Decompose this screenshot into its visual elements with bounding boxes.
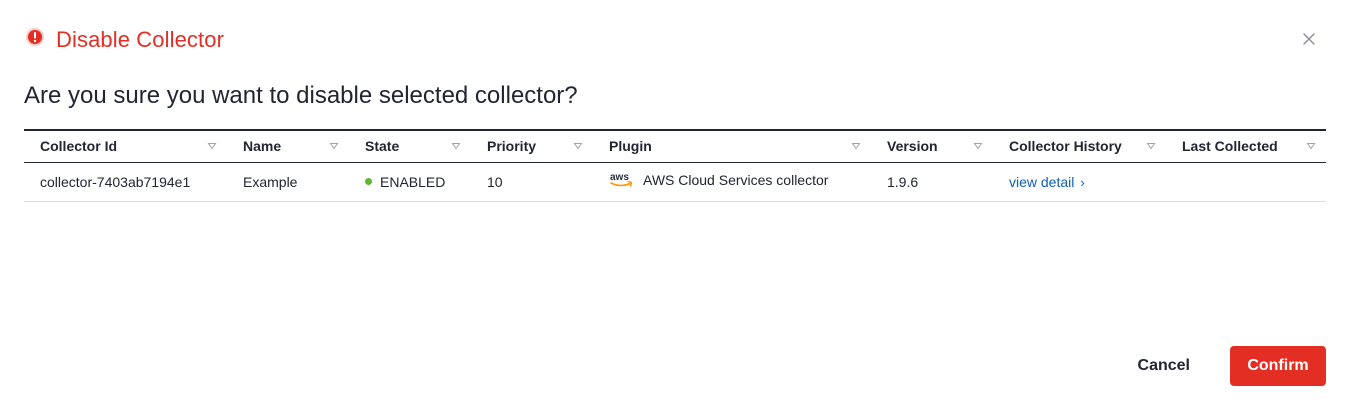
column-header-collector-history[interactable]: Collector History: [993, 129, 1166, 163]
column-label: Version: [887, 138, 938, 155]
column-header-state[interactable]: State: [349, 129, 471, 163]
view-detail-link[interactable]: view detail ›: [1009, 174, 1085, 190]
cell-collector-history: view detail ›: [993, 162, 1166, 202]
confirm-button[interactable]: Confirm: [1230, 346, 1326, 386]
view-detail-label: view detail: [1009, 173, 1075, 190]
column-label: Priority: [487, 138, 537, 155]
close-button[interactable]: [1300, 30, 1318, 48]
cell-last-collected: [1166, 162, 1326, 202]
column-label: State: [365, 138, 400, 155]
confirmation-question: Are you sure you want to disable selecte…: [24, 82, 578, 109]
column-label: Collector History: [1009, 138, 1122, 155]
column-header-priority[interactable]: Priority: [471, 129, 593, 163]
sort-icon[interactable]: [329, 142, 339, 150]
column-header-last-collected[interactable]: Last Collected: [1166, 129, 1326, 163]
column-label: Collector Id: [40, 138, 118, 155]
sort-icon[interactable]: [207, 142, 217, 150]
svg-text:aws: aws: [610, 172, 629, 183]
table-header-row: Collector Id Name State Priority Plugin …: [24, 129, 1326, 163]
plugin-name: AWS Cloud Services collector: [643, 172, 829, 189]
sort-icon[interactable]: [573, 142, 583, 150]
modal-header: Disable Collector: [24, 22, 224, 58]
column-label: Plugin: [609, 138, 652, 155]
column-label: Last Collected: [1182, 138, 1278, 155]
state-label: ENABLED: [380, 173, 446, 190]
sort-icon[interactable]: [973, 142, 983, 150]
cell-collector-id: collector-7403ab7194e1: [24, 162, 227, 202]
cell-version: 1.9.6: [871, 162, 993, 202]
sort-icon[interactable]: [851, 142, 861, 150]
modal-title: Disable Collector: [56, 27, 224, 52]
sort-icon[interactable]: [451, 142, 461, 150]
column-header-plugin[interactable]: Plugin: [593, 129, 871, 163]
status-dot-icon: [365, 178, 372, 186]
alert-circle-icon: [24, 26, 46, 48]
table-row: collector-7403ab7194e1 Example ENABLED 1…: [24, 162, 1326, 202]
sort-icon[interactable]: [1306, 142, 1316, 150]
chevron-right-icon: ›: [1080, 174, 1085, 190]
close-icon: [1303, 33, 1315, 45]
cell-name: Example: [227, 162, 349, 202]
column-header-version[interactable]: Version: [871, 129, 993, 163]
cell-plugin: aws AWS Cloud Services collector: [593, 162, 871, 202]
column-header-collector-id[interactable]: Collector Id: [24, 129, 227, 163]
modal-footer: Cancel Confirm: [1122, 346, 1326, 386]
sort-icon[interactable]: [1146, 142, 1156, 150]
cell-priority: 10: [471, 162, 593, 202]
column-label: Name: [243, 138, 282, 155]
column-header-name[interactable]: Name: [227, 129, 349, 163]
aws-logo-icon: aws: [610, 172, 633, 187]
cancel-button[interactable]: Cancel: [1122, 346, 1206, 386]
cell-state: ENABLED: [349, 162, 471, 202]
collector-table: Collector Id Name State Priority Plugin …: [24, 129, 1326, 202]
